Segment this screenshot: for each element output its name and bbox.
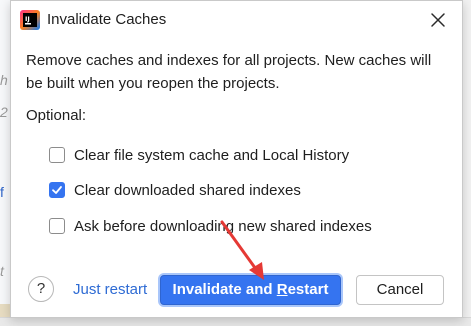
option-label: Clear file system cache and Local Histor…	[74, 146, 350, 164]
check-icon	[52, 186, 62, 194]
option-clear-downloaded-shared-indexes[interactable]: Clear downloaded shared indexes	[49, 180, 301, 200]
background-text: 2	[0, 104, 8, 120]
background-text: t	[0, 263, 4, 279]
invalidate-caches-dialog: IJ Invalidate Caches Remove caches and i…	[10, 0, 463, 318]
just-restart-link[interactable]: Just restart	[73, 281, 147, 298]
button-label-mnemonic: R	[276, 281, 288, 298]
optional-heading: Optional:	[26, 107, 87, 124]
button-label-prefix: Invalidate and	[172, 281, 277, 298]
jetbrains-logo-icon: IJ	[20, 10, 40, 30]
help-button[interactable]: ?	[28, 276, 54, 302]
screen: h 2 f t IJ Invalidate Caches Remove cach…	[0, 0, 471, 326]
checkbox-unchecked[interactable]	[49, 218, 65, 234]
dialog-title: Invalidate Caches	[47, 11, 167, 28]
option-label: Clear downloaded shared indexes	[74, 181, 301, 199]
checkbox-unchecked[interactable]	[49, 147, 65, 163]
background-chip	[0, 304, 10, 318]
invalidate-and-restart-button[interactable]: Invalidate and Restart	[160, 275, 341, 305]
checkbox-checked[interactable]	[49, 182, 65, 198]
close-icon[interactable]	[428, 10, 448, 30]
background-text: f	[0, 184, 4, 200]
option-ask-before-downloading[interactable]: Ask before downloading new shared indexe…	[49, 216, 372, 236]
help-icon: ?	[36, 280, 46, 297]
option-clear-file-system-cache[interactable]: Clear file system cache and Local Histor…	[49, 145, 349, 165]
button-label-suffix: estart	[287, 281, 329, 298]
background-statusbar	[0, 317, 471, 326]
option-label: Ask before downloading new shared indexe…	[74, 217, 372, 235]
dialog-message: Remove caches and indexes for all projec…	[26, 52, 432, 92]
cancel-button[interactable]: Cancel	[356, 275, 444, 305]
svg-text:IJ: IJ	[25, 15, 30, 23]
dialog-titlebar[interactable]: IJ Invalidate Caches	[11, 1, 462, 39]
background-text: h	[0, 72, 8, 88]
